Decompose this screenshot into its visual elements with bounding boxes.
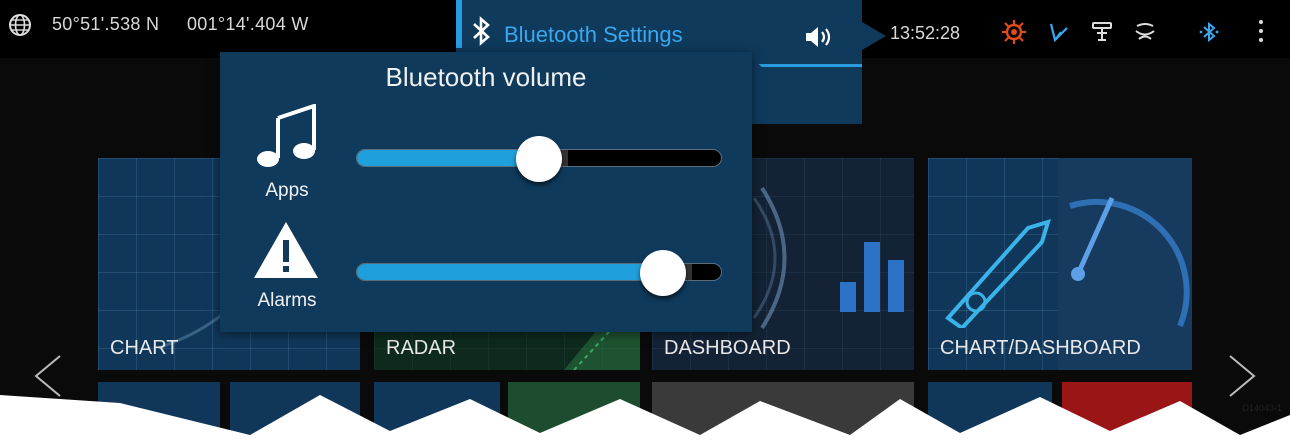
apps-volume-fill [357,150,539,166]
tile-label: DASHBOARD [664,337,791,359]
helm-alarm-icon[interactable] [1002,20,1026,44]
boat-icon [945,219,1051,328]
apps-volume-slider[interactable] [356,136,722,182]
alarm-warning-icon [254,222,318,278]
bluetooth-settings-title[interactable]: Bluetooth Settings [504,22,683,48]
gauge-needle-icon [1069,196,1190,328]
gauge-arc-icon [752,186,787,330]
alarms-volume-knob[interactable] [639,250,686,296]
menu-icon[interactable] [1258,20,1264,44]
previous-page-arrow[interactable] [32,352,62,400]
tile-label: RADAR [386,337,457,359]
mfd-screen: 50°51'.538 N 001°14'.404 W 13:52:28 CHAR… [0,0,1290,445]
selection-accent [456,0,462,48]
music-note-icon [257,104,316,167]
alarms-volume-slider[interactable] [356,250,722,296]
figure-code: D14043-1 [1242,403,1282,413]
bluetooth-icon[interactable] [1197,20,1221,44]
tile-label: CHART [110,337,179,359]
torn-edge [0,395,1290,445]
popup-title: Bluetooth volume [385,62,587,92]
tile-label: CHART/DASHBOARD [940,337,1141,359]
latitude-readout: 50°51'.538 N [52,14,160,34]
bar-graph-icon [840,242,904,312]
settings-callout-tip [862,22,886,50]
next-page-arrow[interactable] [1228,352,1258,400]
bluetooth-volume-popup: Bluetooth volume Apps Alarms [220,52,752,332]
alarms-volume-fill [357,264,663,280]
clock: 13:52:28 [890,23,961,43]
popup-pointer [752,58,778,106]
sonar-icon[interactable] [1133,20,1157,44]
autopilot-icon[interactable] [1090,20,1114,44]
alarms-label: Alarms [257,290,317,311]
apps-label: Apps [265,180,309,201]
bluetooth-icon [473,16,490,46]
tile-chart-dashboard[interactable]: CHART/DASHBOARD [928,158,1192,370]
ais-icon[interactable] [1047,20,1071,44]
longitude-readout: 001°14'.404 W [187,14,309,34]
volume-icon[interactable] [790,22,840,52]
apps-volume-knob[interactable] [516,136,562,182]
globe-icon[interactable] [8,13,32,37]
